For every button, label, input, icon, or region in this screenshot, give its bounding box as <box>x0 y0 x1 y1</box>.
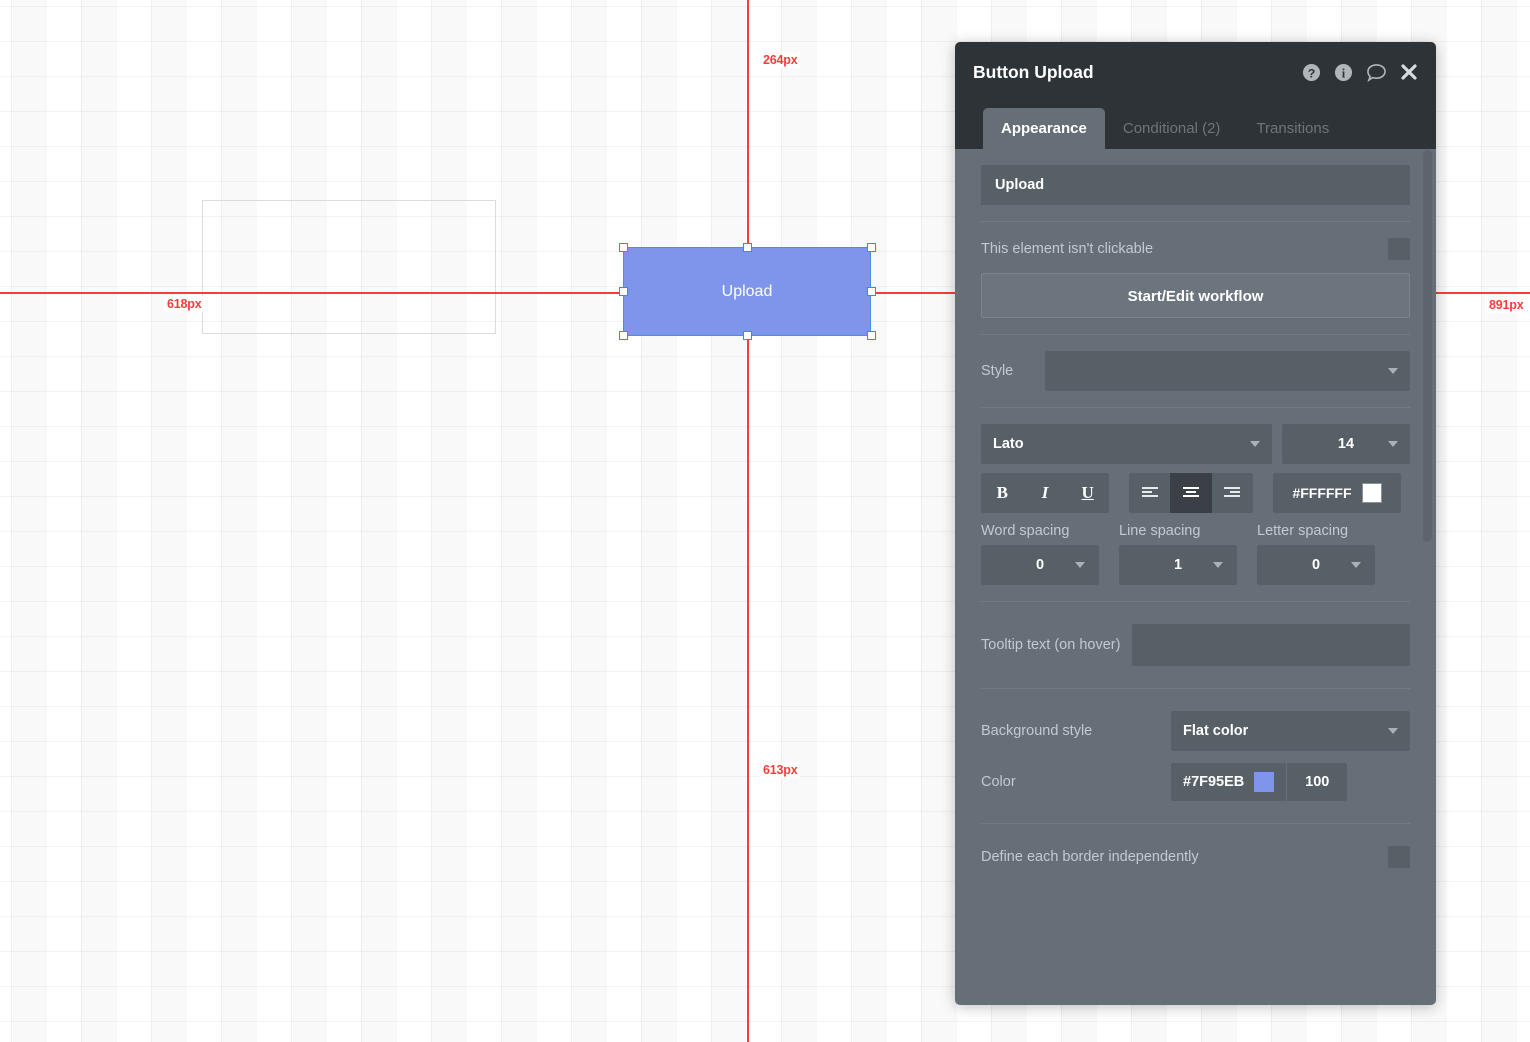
section-text: Upload <box>981 149 1410 222</box>
button-text-input[interactable]: Upload <box>981 165 1410 205</box>
background-color-field[interactable]: #7F95EB 100 <box>1171 763 1348 801</box>
underline-button[interactable]: U <box>1066 473 1109 513</box>
font-color-hex: #FFFFFF <box>1292 485 1352 501</box>
align-center-button[interactable] <box>1170 473 1212 513</box>
background-style-select[interactable]: Flat color <box>1171 711 1410 751</box>
chevron-down-icon <box>1213 562 1223 568</box>
element-property-panel[interactable]: Button Upload ? i Appearance Conditional… <box>955 42 1436 1005</box>
clickable-checkbox[interactable] <box>1388 238 1410 260</box>
section-workflow: This element isn't clickable Start/Edit … <box>981 222 1410 335</box>
chevron-down-icon <box>1075 562 1085 568</box>
start-edit-workflow-button[interactable]: Start/Edit workflow <box>981 273 1410 318</box>
font-color-field[interactable]: #FFFFFF <box>1273 473 1401 513</box>
resize-handle-bottom-center[interactable] <box>743 331 752 340</box>
panel-body: Upload This element isn't clickable Star… <box>955 149 1436 890</box>
spacing-labels-row: Word spacing Line spacing Letter spacing <box>981 523 1410 539</box>
section-tooltip: Tooltip text (on hover) <box>981 602 1410 689</box>
background-color-hex-wrap[interactable]: #7F95EB <box>1171 772 1286 792</box>
panel-scrollbar[interactable] <box>1423 150 1432 542</box>
resize-handle-top-center[interactable] <box>743 243 752 252</box>
background-color-swatch[interactable] <box>1254 772 1275 792</box>
clickable-row: This element isn't clickable <box>981 238 1410 260</box>
chevron-down-icon <box>1250 441 1260 447</box>
guide-label-top: 264px <box>760 52 801 68</box>
section-background: Background style Flat color Color #7F95E… <box>981 689 1410 824</box>
resize-handle-bottom-left[interactable] <box>619 331 628 340</box>
align-left-button[interactable] <box>1129 473 1170 513</box>
spacing-selects-row: 0 1 0 <box>981 545 1410 585</box>
align-right-button[interactable] <box>1212 473 1253 513</box>
word-spacing-value: 0 <box>1035 557 1045 573</box>
border-label: Define each border independently <box>981 849 1199 865</box>
placeholder-element-outline <box>202 200 496 334</box>
font-size-value: 14 <box>1337 436 1355 452</box>
bold-button[interactable]: B <box>981 473 1024 513</box>
tooltip-row: Tooltip text (on hover) <box>981 624 1410 666</box>
letter-spacing-value: 0 <box>1311 557 1321 573</box>
chevron-down-icon <box>1351 562 1361 568</box>
background-color-row: Color #7F95EB 100 <box>981 763 1410 801</box>
background-style-row: Background style Flat color <box>981 711 1410 751</box>
style-row: Style <box>981 351 1410 391</box>
border-row: Define each border independently <box>981 846 1410 868</box>
tooltip-label: Tooltip text (on hover) <box>981 637 1121 653</box>
resize-handle-middle-right[interactable] <box>867 287 876 296</box>
guide-label-bottom: 613px <box>760 762 801 778</box>
tab-conditional[interactable]: Conditional (2) <box>1105 108 1239 149</box>
guide-label-left: 618px <box>164 296 205 312</box>
line-spacing-value: 1 <box>1173 557 1183 573</box>
section-border: Define each border independently <box>981 824 1410 890</box>
word-spacing-select[interactable]: 0 <box>981 545 1099 585</box>
background-style-value: Flat color <box>1183 723 1249 739</box>
info-icon[interactable]: i <box>1334 63 1353 82</box>
word-spacing-label: Word spacing <box>981 523 1070 539</box>
resize-handle-top-right[interactable] <box>867 243 876 252</box>
style-label: Style <box>981 363 1014 379</box>
clickable-label: This element isn't clickable <box>981 241 1154 257</box>
tooltip-input[interactable] <box>1132 624 1410 666</box>
section-style: Style <box>981 335 1410 408</box>
section-typography: Lato 14 B I U #FFFFFF Word spacing Line … <box>981 408 1410 602</box>
chevron-down-icon <box>1388 368 1398 374</box>
style-select[interactable] <box>1045 351 1410 391</box>
resize-handle-bottom-right[interactable] <box>867 331 876 340</box>
font-family-value: Lato <box>993 436 1024 452</box>
resize-handle-top-left[interactable] <box>619 243 628 252</box>
comment-icon[interactable] <box>1366 63 1387 82</box>
letter-spacing-select[interactable]: 0 <box>1257 545 1375 585</box>
panel-titlebar: Button Upload ? i <box>955 42 1436 102</box>
canvas-upload-button[interactable]: Upload <box>623 247 871 336</box>
vertical-alignment-guide <box>747 0 749 1042</box>
text-style-row: B I U #FFFFFF <box>981 473 1410 513</box>
resize-handle-middle-left[interactable] <box>619 287 628 296</box>
font-family-select[interactable]: Lato <box>981 424 1272 464</box>
tab-appearance[interactable]: Appearance <box>983 108 1105 149</box>
background-style-label: Background style <box>981 723 1093 739</box>
panel-tab-strip[interactable]: Appearance Conditional (2) Transitions <box>955 102 1436 149</box>
svg-text:?: ? <box>1308 66 1316 80</box>
italic-button[interactable]: I <box>1024 473 1067 513</box>
line-spacing-label: Line spacing <box>1119 523 1201 539</box>
border-checkbox[interactable] <box>1388 846 1410 868</box>
close-icon[interactable] <box>1400 63 1418 81</box>
chevron-down-icon <box>1388 728 1398 734</box>
canvas-upload-button-label: Upload <box>721 282 773 300</box>
help-icon[interactable]: ? <box>1302 63 1321 82</box>
font-color-swatch[interactable] <box>1361 483 1382 503</box>
font-size-select[interactable]: 14 <box>1282 424 1410 464</box>
letter-spacing-label: Letter spacing <box>1257 523 1349 539</box>
svg-text:i: i <box>1342 66 1346 80</box>
background-color-opacity[interactable]: 100 <box>1286 763 1347 801</box>
background-color-hex: #7F95EB <box>1183 774 1245 790</box>
chevron-down-icon <box>1388 441 1398 447</box>
background-color-label: Color <box>981 774 1016 790</box>
line-spacing-select[interactable]: 1 <box>1119 545 1237 585</box>
tab-transitions[interactable]: Transitions <box>1238 108 1347 149</box>
text-align-group[interactable] <box>1129 473 1253 513</box>
font-row: Lato 14 <box>981 424 1410 464</box>
guide-label-right: 891px <box>1486 297 1527 313</box>
panel-title: Button Upload <box>973 61 1094 82</box>
text-style-group[interactable]: B I U <box>981 473 1109 513</box>
